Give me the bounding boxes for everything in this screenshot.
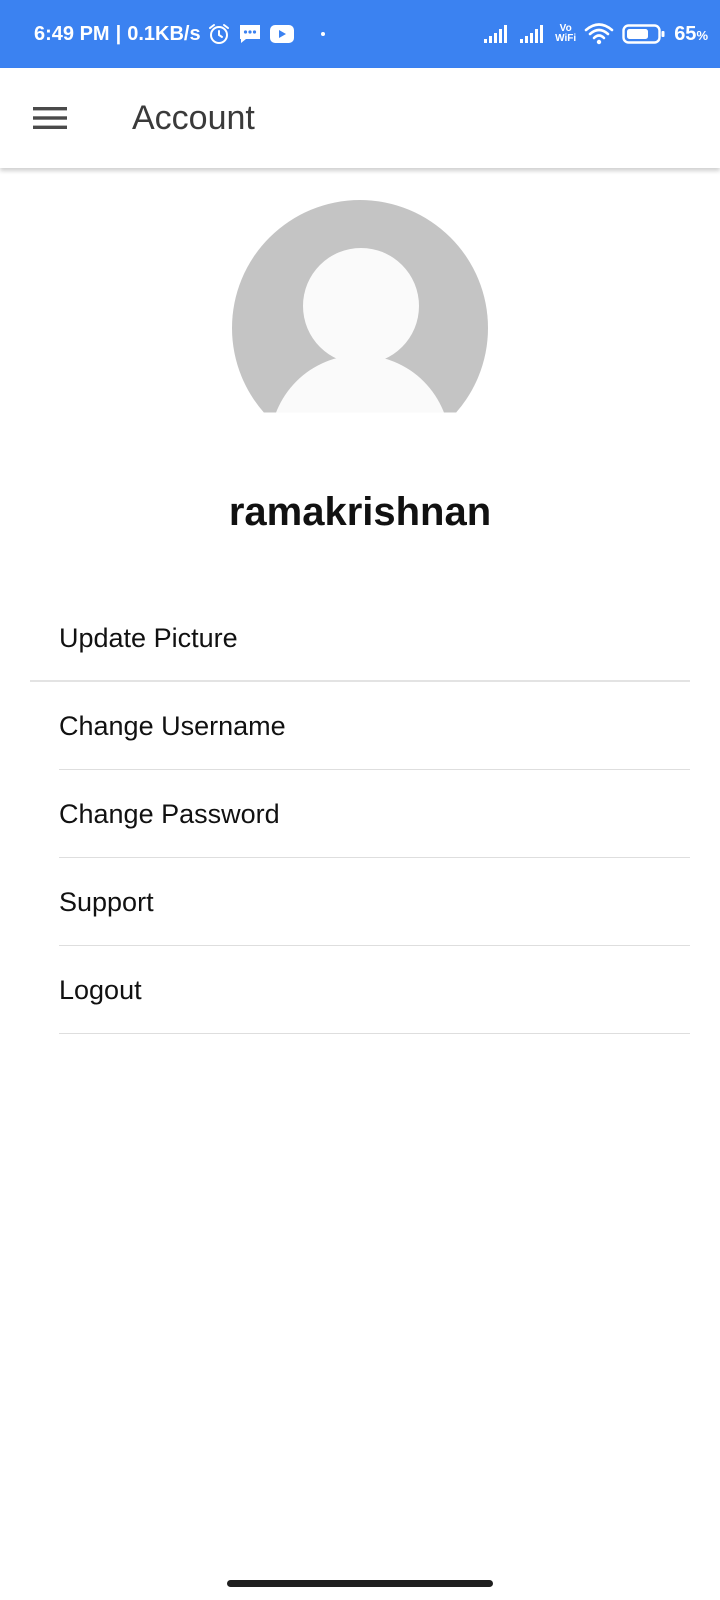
menu-item-support[interactable]: Support: [0, 858, 720, 946]
menu-item-label: Logout: [59, 975, 142, 1005]
wifi-icon: [584, 22, 614, 46]
status-bar: 6:49 PM | 0.1KB/s Vo WiFi 65%: [0, 0, 720, 68]
message-icon: [237, 22, 263, 46]
status-separator: |: [115, 22, 122, 45]
default-avatar-icon: [232, 200, 488, 413]
vowifi-icon: Vo WiFi: [555, 24, 576, 44]
battery-percent: 65%: [674, 23, 708, 46]
avatar-body: [270, 355, 450, 413]
menu-item-label: Change Username: [59, 711, 286, 741]
page-title: Account: [132, 99, 255, 137]
youtube-icon: [269, 24, 295, 44]
menu-item-logout[interactable]: Logout: [0, 946, 720, 1034]
battery-icon: [622, 23, 666, 45]
battery-value: 65: [674, 22, 697, 45]
hamburger-menu-icon: [33, 107, 67, 129]
vowifi-bottom: WiFi: [555, 33, 577, 44]
menu-button[interactable]: [20, 94, 80, 142]
menu-item-label: Update Picture: [59, 623, 238, 653]
signal-icon: [519, 24, 547, 44]
divider: [59, 1033, 690, 1034]
status-time: 6:49 PM: [34, 22, 110, 45]
battery-unit: %: [696, 27, 708, 43]
signal-icon: [483, 24, 511, 44]
username: ramakrishnan: [228, 490, 492, 534]
app-bar: Account: [0, 68, 720, 168]
avatar-head: [303, 248, 419, 364]
account-menu-list: Update Picture Change Username Change Pa…: [0, 594, 720, 1034]
menu-item-label: Support: [59, 887, 154, 917]
more-notifications-dot: [320, 32, 325, 36]
menu-item-change-username[interactable]: Change Username: [0, 682, 720, 770]
alarm-icon: [207, 22, 231, 46]
menu-item-label: Change Password: [59, 799, 280, 829]
status-right: Vo WiFi 65%: [483, 0, 708, 68]
status-left: 6:49 PM | 0.1KB/s: [34, 0, 325, 68]
account-screen: 6:49 PM | 0.1KB/s Vo WiFi 65% Account ra…: [0, 0, 720, 1600]
menu-item-update-picture[interactable]: Update Picture: [0, 594, 720, 682]
home-indicator[interactable]: [227, 1580, 493, 1587]
network-speed: 0.1KB/s: [127, 22, 201, 45]
menu-item-change-password[interactable]: Change Password: [0, 770, 720, 858]
